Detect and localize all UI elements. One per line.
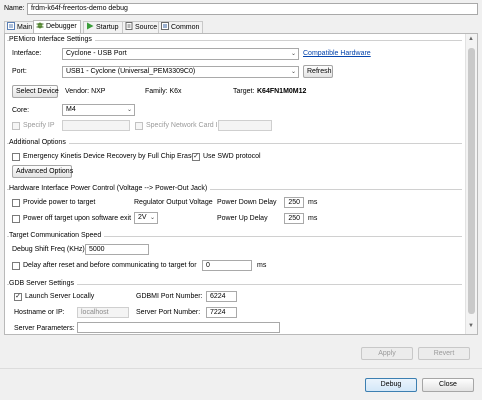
additional-group-border [7, 143, 462, 144]
specify-ip-input[interactable] [62, 120, 130, 131]
port-select[interactable]: USB1 - Cyclone (Universal_PEM3309C0) ⌄ [62, 66, 299, 78]
select-device-button[interactable]: Select Device [12, 85, 59, 98]
chevron-down-icon: ⌄ [126, 107, 132, 113]
tab-common-label: Common [171, 24, 200, 31]
server-params-input[interactable] [77, 322, 280, 333]
specify-nic-input[interactable] [218, 120, 272, 131]
pemicro-group-title: PEMicro Interface Settings [9, 34, 95, 45]
comm-group-title: Target Communication Speed [9, 230, 105, 241]
hostname-label: Hostname or IP: [14, 309, 65, 316]
delay-after-reset-input[interactable]: 0 [202, 260, 252, 271]
debugger-settings-panel: ▲ ▼ PEMicro Interface Settings Interface… [4, 33, 478, 335]
family-text: Family: K6x [145, 88, 182, 95]
additional-group-title: Additional Options [9, 137, 69, 148]
voltage-select-value: 2V [138, 214, 147, 221]
use-swd-checkbox[interactable]: ✓ [192, 153, 200, 161]
specify-ip-checkbox[interactable] [12, 122, 20, 130]
advanced-options-button[interactable]: Advanced Options [12, 165, 73, 178]
compatible-hardware-link[interactable]: Compatible Hardware [303, 48, 371, 59]
gdbmi-port-input[interactable]: 6224 [206, 291, 237, 302]
close-button[interactable]: Close [422, 378, 474, 392]
emergency-recovery-label: Emergency Kinetis Device Recovery by Ful… [23, 153, 196, 160]
power-down-delay-label: Power Down Delay [217, 199, 277, 206]
delay-after-reset-checkbox[interactable] [12, 262, 20, 270]
interface-select-value: Cyclone - USB Port [66, 50, 127, 57]
interface-label: Interface: [12, 50, 42, 57]
tab-source-label: Source [135, 24, 158, 31]
tab-debugger-label: Debugger [46, 23, 77, 30]
apply-button[interactable]: Apply [361, 347, 413, 360]
main-tab-icon [7, 22, 15, 30]
provide-power-checkbox[interactable] [12, 199, 20, 207]
provide-power-label: Provide power to target [23, 199, 96, 206]
power-down-unit: ms [308, 199, 318, 206]
chevron-down-icon: ⌄ [149, 215, 155, 221]
port-label: Port: [12, 68, 27, 75]
debugger-bug-icon [36, 21, 44, 29]
shift-freq-label: Debug Shift Freq (KHz) [12, 246, 85, 253]
power-up-delay-label: Power Up Delay [217, 215, 268, 222]
tab-startup-label: Startup [96, 24, 119, 31]
delay-after-reset-label: Delay after reset and before communicati… [23, 262, 197, 269]
debug-button[interactable]: Debug [365, 378, 417, 392]
refresh-button[interactable]: Refresh [303, 65, 333, 78]
scroll-down-arrow-icon[interactable]: ▼ [468, 323, 474, 329]
vendor-text: Vendor: NXP [65, 88, 106, 95]
launch-server-checkbox[interactable]: ✓ [14, 293, 22, 301]
chevron-down-icon: ⌄ [290, 69, 296, 75]
server-port-label: Server Port Number: [136, 309, 201, 316]
power-off-label: Power off target upon software exit [23, 215, 132, 222]
tab-main-label: Main [17, 24, 33, 31]
config-name-input[interactable]: frdm-k64f-freertos-demo debug [27, 3, 478, 15]
port-select-value: USB1 - Cyclone (Universal_PEM3309C0) [66, 68, 196, 75]
scrollbar-thumb[interactable] [468, 48, 475, 314]
revert-button[interactable]: Revert [418, 347, 470, 360]
source-file-icon [125, 22, 133, 30]
target-label: Target: [233, 88, 255, 95]
power-group-title: Hardware Interface Power Control (Voltag… [9, 183, 211, 194]
server-params-label: Server Parameters: [14, 325, 75, 332]
delay-unit: ms [257, 262, 267, 269]
launch-server-label: Launch Server Locally [25, 293, 95, 300]
startup-play-icon [86, 22, 94, 30]
common-settings-icon [161, 22, 169, 30]
tab-debugger[interactable]: Debugger [33, 20, 81, 34]
power-off-checkbox[interactable] [12, 215, 20, 223]
chevron-down-icon: ⌄ [290, 51, 296, 57]
specify-ip-label: Specify IP [23, 122, 55, 129]
server-port-input[interactable]: 7224 [206, 307, 237, 318]
power-down-delay-input[interactable]: 250 [284, 197, 304, 208]
power-up-delay-input[interactable]: 250 [284, 213, 304, 224]
target-value: K64FN1M0M12 [257, 88, 307, 95]
footer-divider [0, 368, 482, 369]
use-swd-label: Use SWD protocol [203, 153, 261, 160]
core-select-value: M4 [66, 106, 76, 113]
voltage-select[interactable]: 2V ⌄ [134, 212, 158, 224]
gdbmi-port-label: GDBMI Port Number: [136, 293, 203, 300]
specify-nic-label: Specify Network Card IP [146, 122, 223, 129]
power-up-unit: ms [308, 215, 318, 222]
vertical-scrollbar[interactable]: ▲ ▼ [465, 34, 477, 334]
interface-select[interactable]: Cyclone - USB Port ⌄ [62, 48, 299, 60]
emergency-recovery-checkbox[interactable] [12, 153, 20, 161]
scroll-up-arrow-icon[interactable]: ▲ [468, 36, 474, 42]
core-select[interactable]: M4 ⌄ [62, 104, 135, 116]
shift-freq-input[interactable]: 5000 [85, 244, 149, 255]
specify-nic-checkbox[interactable] [135, 122, 143, 130]
name-label: Name: [4, 5, 25, 12]
regulator-voltage-label: Regulator Output Voltage [134, 199, 213, 206]
core-label: Core: [12, 107, 30, 114]
hostname-input[interactable]: localhost [77, 307, 129, 318]
gdb-group-title: GDB Server Settings [9, 278, 77, 289]
